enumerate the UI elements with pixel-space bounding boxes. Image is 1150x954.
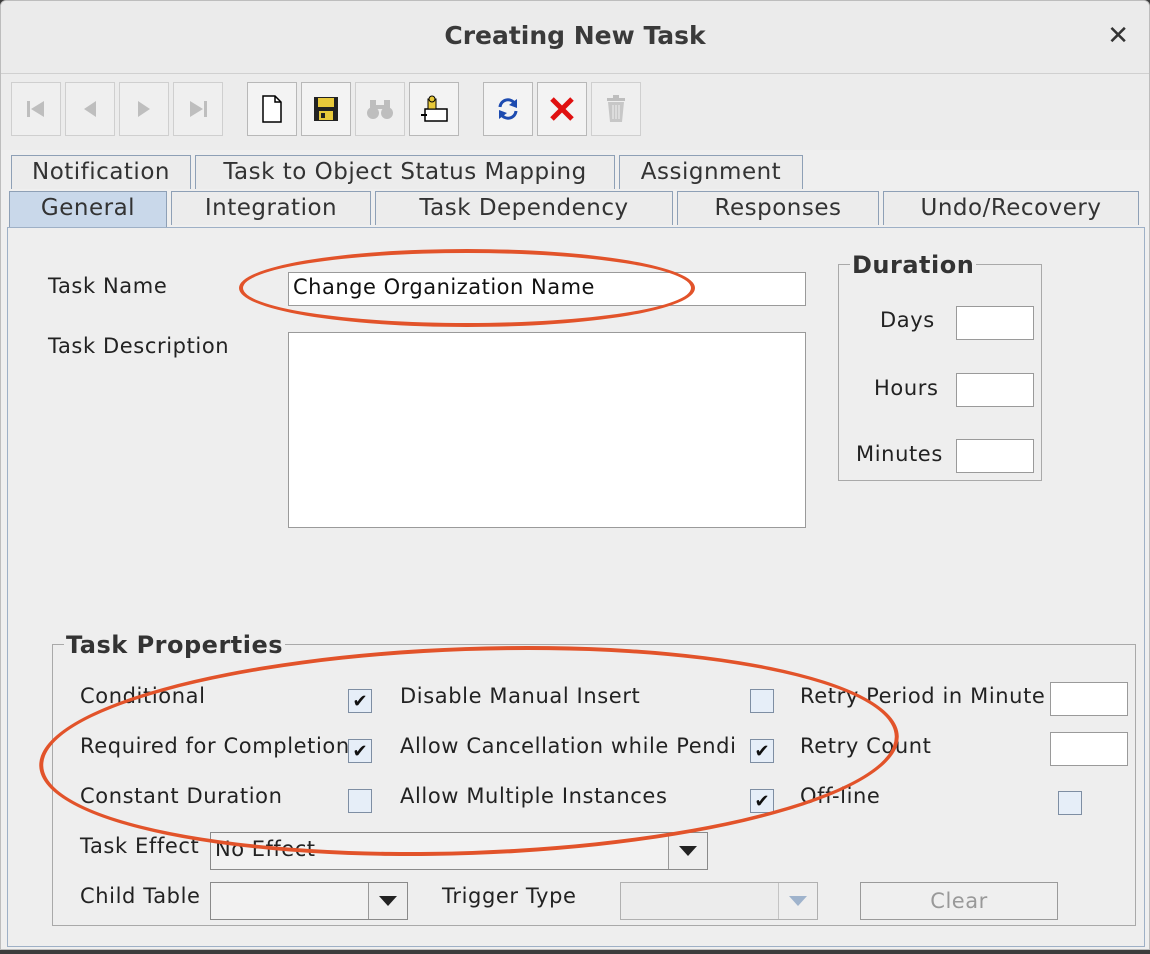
- trash-button[interactable]: [591, 82, 641, 136]
- next-icon: [138, 101, 150, 117]
- task-effect-value: No Effect: [215, 837, 316, 861]
- assign-icon: [421, 95, 448, 122]
- trigger-type-label: Trigger Type: [442, 884, 577, 908]
- tab-responses[interactable]: Responses: [677, 191, 879, 225]
- new-document-icon: [262, 95, 282, 123]
- required-for-completion-checkbox[interactable]: ✔: [348, 739, 372, 763]
- tab-task-to-object-status-mapping[interactable]: Task to Object Status Mapping: [195, 155, 615, 189]
- refresh-icon: [498, 98, 518, 120]
- minutes-label: Minutes: [856, 442, 943, 466]
- days-label: Days: [880, 308, 935, 332]
- binoculars-icon: [367, 100, 393, 119]
- disable-manual-insert-checkbox[interactable]: [750, 689, 774, 713]
- constant-duration-label: Constant Duration: [80, 784, 283, 808]
- general-panel: Task Name Change Organization Name Task …: [7, 227, 1145, 947]
- dialog-title: Creating New Task: [444, 21, 706, 50]
- chevron-down-icon[interactable]: [368, 883, 407, 919]
- days-field[interactable]: [956, 306, 1034, 340]
- disable-manual-insert-label: Disable Manual Insert: [400, 684, 641, 708]
- required-for-completion-label: Required for Completion: [80, 734, 350, 758]
- trigger-type-select[interactable]: [620, 882, 818, 920]
- previous-icon: [84, 101, 96, 117]
- tab-undo-recovery[interactable]: Undo/Recovery: [883, 191, 1139, 225]
- first-record-button[interactable]: [11, 82, 61, 136]
- allow-multiple-instances-checkbox[interactable]: ✔: [750, 789, 774, 813]
- chevron-down-icon[interactable]: [668, 833, 707, 869]
- refresh-button[interactable]: [483, 82, 533, 136]
- close-icon[interactable]: ✕: [1107, 21, 1129, 51]
- clear-button[interactable]: Clear: [860, 882, 1058, 920]
- allow-multiple-instances-label: Allow Multiple Instances: [400, 784, 668, 808]
- assign-button[interactable]: [409, 82, 459, 136]
- last-icon: [190, 101, 207, 117]
- task-name-label: Task Name: [48, 274, 168, 298]
- last-record-button[interactable]: [173, 82, 223, 136]
- chevron-down-icon[interactable]: [778, 883, 817, 919]
- conditional-label: Conditional: [80, 684, 206, 708]
- minutes-field[interactable]: [956, 439, 1034, 473]
- hours-field[interactable]: [956, 373, 1034, 407]
- hours-label: Hours: [874, 376, 939, 400]
- task-name-field[interactable]: Change Organization Name: [288, 272, 806, 306]
- child-table-label: Child Table: [80, 884, 201, 908]
- task-description-label: Task Description: [48, 334, 230, 358]
- task-effect-select[interactable]: No Effect: [210, 832, 708, 870]
- task-description-field[interactable]: [288, 332, 806, 528]
- new-button[interactable]: [247, 82, 297, 136]
- tab-integration[interactable]: Integration: [171, 191, 371, 225]
- trash-icon: [607, 95, 625, 122]
- first-icon: [27, 101, 44, 117]
- task-effect-label: Task Effect: [80, 834, 200, 858]
- constant-duration-checkbox[interactable]: [348, 789, 372, 813]
- save-icon: [314, 97, 338, 121]
- retry-count-field[interactable]: [1050, 732, 1128, 766]
- child-table-select[interactable]: [210, 882, 408, 920]
- tab-strip: Notification Task to Object Status Mappi…: [1, 151, 1149, 231]
- dialog-window: Creating New Task ✕ Notification Task to…: [0, 0, 1150, 950]
- previous-record-button[interactable]: [65, 82, 115, 136]
- tab-notification[interactable]: Notification: [11, 155, 191, 189]
- duration-title: Duration: [850, 251, 977, 279]
- save-button[interactable]: [301, 82, 351, 136]
- offline-checkbox[interactable]: [1058, 791, 1082, 815]
- title-bar: Creating New Task ✕: [1, 1, 1149, 74]
- allow-cancellation-checkbox[interactable]: ✔: [750, 739, 774, 763]
- delete-x-icon: [550, 97, 574, 121]
- conditional-checkbox[interactable]: ✔: [348, 689, 372, 713]
- tab-general[interactable]: General: [9, 191, 167, 229]
- delete-button[interactable]: [537, 82, 587, 136]
- allow-cancellation-label: Allow Cancellation while Pendi: [400, 734, 737, 758]
- tab-assignment[interactable]: Assignment: [619, 155, 803, 189]
- toolbar: [1, 74, 1149, 150]
- task-properties-title: Task Properties: [64, 631, 286, 659]
- tab-task-dependency[interactable]: Task Dependency: [375, 191, 673, 225]
- find-button[interactable]: [355, 82, 405, 136]
- next-record-button[interactable]: [119, 82, 169, 136]
- retry-period-field[interactable]: [1050, 682, 1128, 716]
- retry-count-label: Retry Count: [800, 734, 932, 758]
- offline-label: Off-line: [800, 784, 881, 808]
- retry-period-label: Retry Period in Minute: [800, 684, 1046, 708]
